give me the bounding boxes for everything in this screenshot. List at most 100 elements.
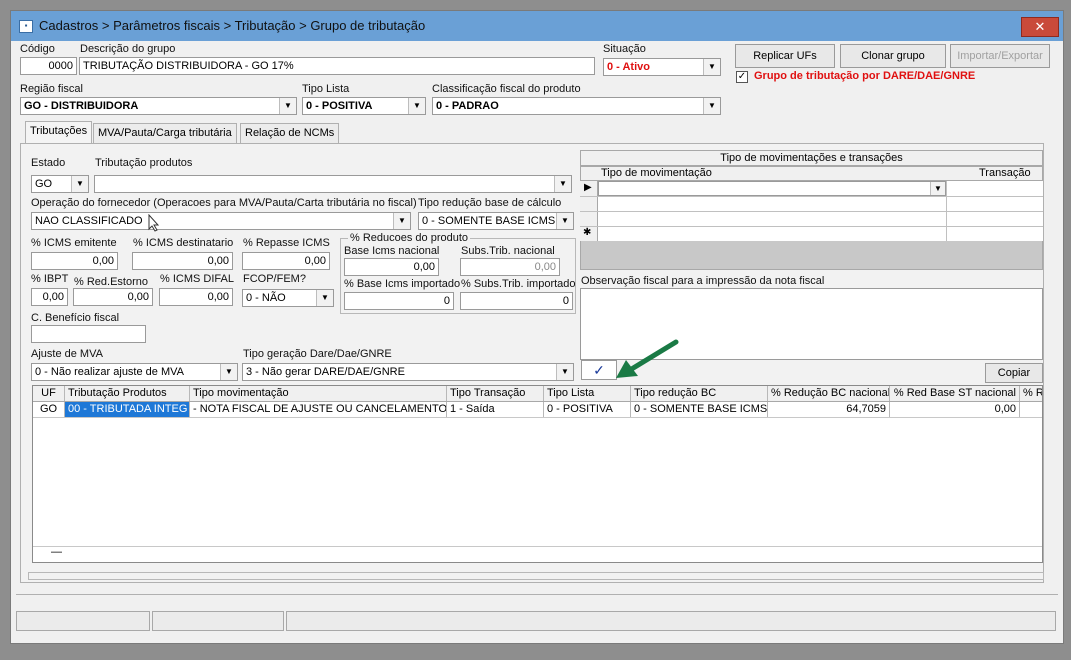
cell-re[interactable] — [1020, 402, 1042, 417]
clonar-grupo-button[interactable]: Clonar grupo — [840, 44, 946, 68]
dropdown-arrow-icon[interactable]: ▼ — [220, 364, 237, 380]
tab-tributacoes[interactable]: Tributações — [25, 121, 93, 143]
col-red-base-st-nacional[interactable]: % Red Base ST nacional — [890, 386, 1020, 401]
operacao-value: NAO CLASSIFICADO — [35, 215, 143, 227]
base-icms-importado-field[interactable]: 0 — [344, 292, 454, 310]
descricao-field[interactable]: TRIBUTAÇÃO DISTRIBUIDORA - GO 17% — [79, 57, 595, 75]
tipo-reducao-select[interactable]: 0 - SOMENTE BASE ICMS ▼ — [418, 212, 574, 230]
cell-tipo-movimentacao[interactable]: - NOTA FISCAL DE AJUSTE OU CANCELAMENTO — [190, 402, 447, 417]
copiar-button[interactable]: Copiar — [985, 363, 1043, 383]
operacao-label: Operação do fornecedor (Operacoes para M… — [31, 197, 417, 209]
col-reducao-bc-nacional[interactable]: % Redução BC nacional — [768, 386, 890, 401]
subs-trib-nacional-field[interactable]: 0,00 — [460, 258, 560, 276]
dropdown-arrow-icon[interactable]: ▼ — [393, 213, 410, 229]
classificacao-label: Classificação fiscal do produto — [432, 83, 581, 95]
status-segment-3 — [286, 611, 1056, 631]
red-estorno-label: % Red.Estorno — [74, 276, 148, 288]
mouse-cursor-icon — [148, 214, 160, 232]
tributacao-select[interactable]: ▼ — [94, 175, 572, 193]
dropdown-arrow-icon[interactable]: ▼ — [554, 176, 571, 192]
movimentacoes-title: Tipo de movimentações e transações — [580, 150, 1043, 166]
replicar-ufs-button[interactable]: Replicar UFs — [735, 44, 835, 68]
col-tipo-transacao[interactable]: Tipo Transação — [447, 386, 544, 401]
ajuste-mva-select[interactable]: 0 - Não realizar ajuste de MVA ▼ — [31, 363, 238, 381]
beneficio-label: C. Benefício fiscal — [31, 312, 120, 324]
codigo-field[interactable]: 0000 — [20, 57, 77, 75]
ibpt-field[interactable]: 0,00 — [31, 288, 68, 306]
classificacao-select[interactable]: 0 - PADRAO ▼ — [432, 97, 721, 115]
classificacao-value: 0 - PADRAO — [436, 100, 499, 112]
situacao-select[interactable]: 0 - Ativo ▼ — [603, 58, 721, 76]
base-icms-importado-label: % Base Icms importado — [344, 278, 461, 290]
dropdown-arrow-icon[interactable]: ▼ — [316, 290, 333, 306]
icms-difal-label: % ICMS DIFAL — [160, 273, 234, 285]
table-row[interactable]: GO 00 - TRIBUTADA INTEG - NOTA FISCAL DE… — [33, 402, 1042, 418]
cell-tributacao-produtos[interactable]: 00 - TRIBUTADA INTEG — [65, 402, 190, 417]
close-icon[interactable]: ✕ — [1021, 17, 1059, 37]
col-uf[interactable]: UF — [33, 386, 65, 401]
ajuste-mva-label: Ajuste de MVA — [31, 348, 103, 360]
col-tipo-lista[interactable]: Tipo Lista — [544, 386, 631, 401]
checkmark-icon: ✓ — [737, 71, 747, 82]
tab-mva-pauta[interactable]: MVA/Pauta/Carga tributária — [93, 123, 237, 143]
dropdown-arrow-icon[interactable]: ▼ — [556, 213, 573, 229]
regiao-label: Região fiscal — [20, 83, 83, 95]
tipo-lista-value: 0 - POSITIVA — [306, 100, 373, 112]
movimentacoes-rows: ▶ ✱ ▼ — [580, 181, 1043, 241]
row-divider — [580, 196, 1043, 197]
col-divider — [946, 181, 947, 241]
red-estorno-field[interactable]: 0,00 — [73, 288, 153, 306]
tipo-geracao-select[interactable]: 3 - Não gerar DARE/DAE/GNRE ▼ — [242, 363, 574, 381]
dropdown-arrow-icon[interactable]: ▼ — [703, 98, 720, 114]
col-tributacao-produtos[interactable]: Tributação Produtos — [65, 386, 190, 401]
cell-red-base-st-nacional[interactable]: 0,00 — [890, 402, 1020, 417]
ibpt-label: % IBPT — [31, 273, 69, 285]
dropdown-arrow-icon[interactable]: ▼ — [408, 98, 425, 114]
tipo-movimentacao-cell[interactable]: ▼ — [598, 181, 946, 196]
base-icms-nacional-field[interactable]: 0,00 — [344, 258, 439, 276]
regiao-select[interactable]: GO - DISTRIBUIDORA ▼ — [20, 97, 297, 115]
col-tipo-reducao-bc[interactable]: Tipo redução BC — [631, 386, 768, 401]
window-divider — [16, 594, 1058, 595]
dropdown-arrow-icon[interactable]: ▼ — [703, 59, 720, 75]
title-bar: ▪ Cadastros > Parâmetros fiscais > Tribu… — [11, 11, 1063, 41]
col-re[interactable]: % Re — [1020, 386, 1042, 401]
estado-label: Estado — [31, 157, 66, 169]
cell-tipo-transacao[interactable]: 1 - Saída — [447, 402, 544, 417]
icms-emitente-field[interactable]: 0,00 — [31, 252, 118, 270]
beneficio-field[interactable] — [31, 325, 146, 343]
ajuste-mva-value: 0 - Não realizar ajuste de MVA — [35, 366, 184, 378]
fcop-label: FCOP/FEM? — [243, 273, 306, 285]
window-title: Cadastros > Parâmetros fiscais > Tributa… — [39, 18, 426, 33]
status-segment-1 — [16, 611, 150, 631]
dropdown-arrow-icon[interactable]: ▼ — [556, 364, 573, 380]
dare-checkbox-label[interactable]: Grupo de tributação por DARE/DAE/GNRE — [754, 70, 975, 82]
operacao-select[interactable]: NAO CLASSIFICADO ▼ — [31, 212, 411, 230]
fcop-value: 0 - NÃO — [246, 292, 286, 304]
row-divider — [580, 211, 1043, 212]
icms-destinatario-label: % ICMS destinatario — [133, 237, 234, 249]
tab-relacao-ncms[interactable]: Relação de NCMs — [240, 123, 340, 143]
cell-tipo-reducao-bc[interactable]: 0 - SOMENTE BASE ICMS — [631, 402, 768, 417]
tipo-lista-select[interactable]: 0 - POSITIVA ▼ — [302, 97, 426, 115]
repasse-icms-field[interactable]: 0,00 — [242, 252, 330, 270]
cell-uf[interactable]: GO — [33, 402, 65, 417]
checkbox-icon[interactable]: ✓ — [736, 71, 748, 83]
icms-difal-field[interactable]: 0,00 — [159, 288, 233, 306]
icms-destinatario-field[interactable]: 0,00 — [132, 252, 233, 270]
table-header: UF Tributação Produtos Tipo movimentação… — [33, 386, 1042, 402]
tributacao-table: UF Tributação Produtos Tipo movimentação… — [32, 385, 1043, 563]
cell-reducao-bc-nacional[interactable]: 64,7059 — [768, 402, 890, 417]
cell-tipo-lista[interactable]: 0 - POSITIVA — [544, 402, 631, 417]
importar-exportar-button[interactable]: Importar/Exportar — [950, 44, 1050, 68]
fcop-select[interactable]: 0 - NÃO ▼ — [242, 289, 334, 307]
subs-trib-importado-field[interactable]: 0 — [460, 292, 573, 310]
dropdown-arrow-icon[interactable]: ▼ — [279, 98, 296, 114]
estado-select[interactable]: GO ▼ — [31, 175, 89, 193]
tipo-reducao-value: 0 - SOMENTE BASE ICMS — [422, 215, 556, 227]
estado-value: GO — [35, 178, 53, 190]
dropdown-arrow-icon[interactable]: ▼ — [930, 182, 945, 195]
subs-trib-importado-label: % Subs.Trib. importado — [461, 278, 576, 290]
col-tipo-movimentacao[interactable]: Tipo movimentação — [190, 386, 447, 401]
dropdown-arrow-icon[interactable]: ▼ — [71, 176, 88, 192]
